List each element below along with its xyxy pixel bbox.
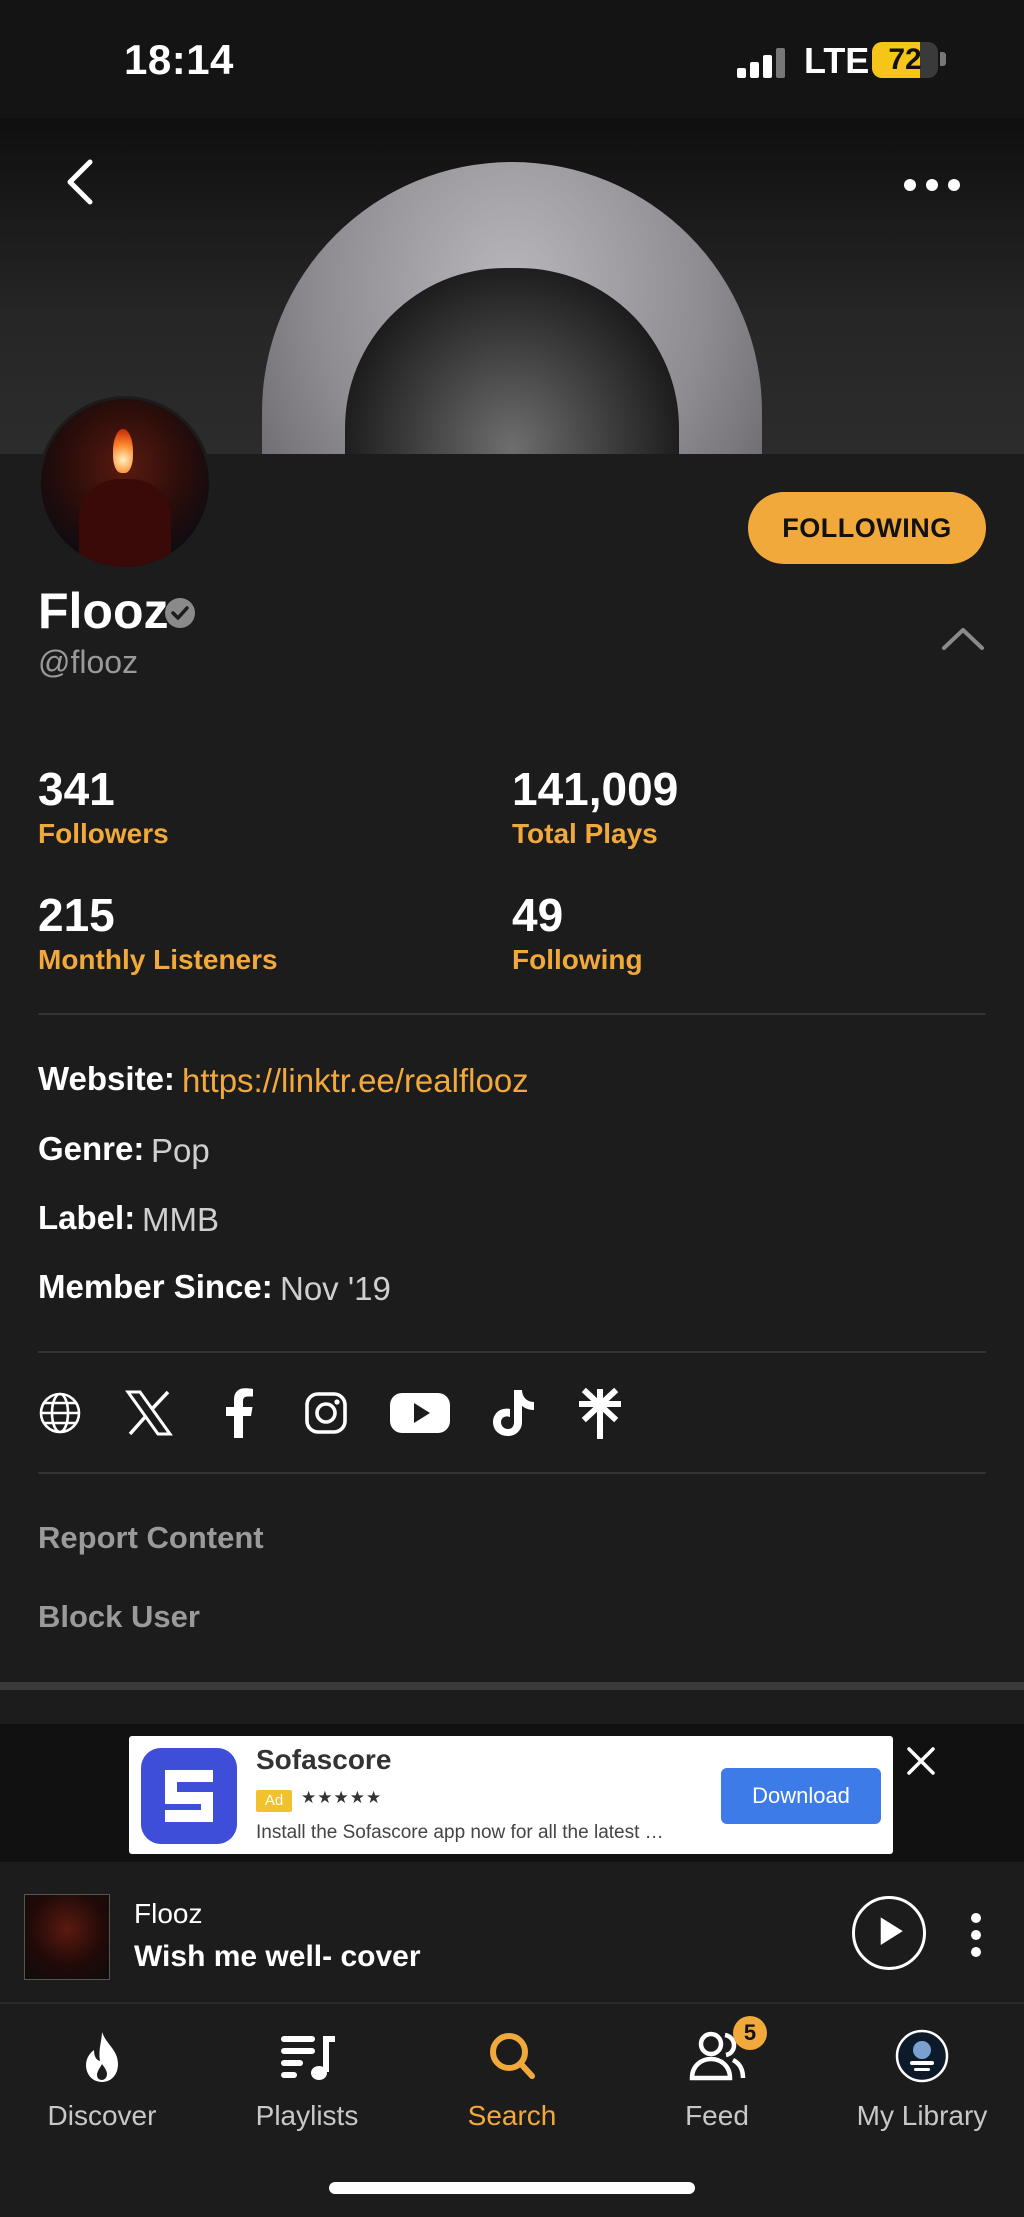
- globe-icon[interactable]: [38, 1386, 82, 1440]
- genre-value: Pop: [151, 1132, 210, 1169]
- tab-search[interactable]: Search: [422, 2028, 602, 2148]
- back-button[interactable]: [52, 152, 112, 212]
- followers-count: 341: [38, 763, 115, 815]
- ad-banner[interactable]: Sofascore Ad ★★★★★ Install the Sofascore…: [129, 1736, 893, 1854]
- following-count: 49: [512, 889, 564, 941]
- divider: [38, 1351, 986, 1353]
- tab-feed-label: Feed: [685, 2100, 749, 2131]
- following-button[interactable]: FOLLOWING: [748, 492, 986, 564]
- tab-feed[interactable]: 5 Feed: [627, 2016, 807, 2148]
- status-bar: 18:14 LTE 72: [0, 0, 1024, 118]
- battery-icon: 72: [872, 42, 938, 78]
- member-since-value: Nov '19: [280, 1270, 391, 1307]
- website-link[interactable]: https://linktr.ee/realflooz: [182, 1062, 529, 1100]
- youtube-icon[interactable]: [390, 1386, 450, 1440]
- ad-title: Sofascore: [256, 1744, 392, 1775]
- tab-search-label: Search: [467, 2100, 557, 2131]
- profile-handle: @flooz: [38, 644, 139, 680]
- close-icon: [907, 1747, 935, 1775]
- report-content-link[interactable]: Report Content: [38, 1520, 264, 1556]
- sofascore-app-icon: [141, 1748, 237, 1844]
- label-label: Label:: [38, 1199, 136, 1236]
- network-type: LTE: [804, 40, 870, 81]
- divider: [38, 1013, 986, 1015]
- home-indicator[interactable]: [329, 2182, 695, 2194]
- following-label[interactable]: Following: [512, 944, 643, 976]
- chevron-left-icon: [67, 159, 93, 205]
- ad-badge: Ad: [256, 1790, 292, 1812]
- block-user-link[interactable]: Block User: [38, 1599, 200, 1635]
- website-label: Website:: [38, 1060, 175, 1097]
- vertical-ellipsis-icon: [971, 1913, 981, 1957]
- player-more-button[interactable]: [964, 1912, 988, 1958]
- total-plays-count: 141,009: [512, 763, 679, 815]
- cellular-signal-icon: [737, 46, 785, 78]
- tiktok-icon[interactable]: [490, 1386, 536, 1440]
- total-plays-label: Total Plays: [512, 818, 658, 849]
- play-icon: [880, 1917, 903, 1945]
- ellipsis-icon: [904, 179, 960, 191]
- battery-level: 72: [888, 43, 922, 76]
- feed-notification-badge: 5: [733, 2016, 767, 2050]
- monthly-listeners-count: 215: [38, 889, 115, 941]
- section-separator: [0, 1682, 1024, 1690]
- tab-my-library[interactable]: My Library: [832, 2028, 1012, 2148]
- tab-discover-label: Discover: [47, 2100, 157, 2131]
- tab-discover[interactable]: Discover: [12, 2028, 192, 2148]
- now-playing-artist: Flooz: [134, 1898, 203, 1929]
- profile-name: Flooz: [38, 583, 169, 639]
- genre-label: Genre:: [38, 1130, 145, 1167]
- search-icon: [490, 2033, 535, 2079]
- instagram-icon[interactable]: [304, 1386, 348, 1440]
- playlist-icon: [281, 2036, 335, 2080]
- flame-icon: [86, 2032, 118, 2082]
- more-options-button[interactable]: [900, 160, 964, 210]
- ad-rating-stars: ★★★★★: [301, 1788, 383, 1807]
- facebook-icon[interactable]: [222, 1386, 256, 1440]
- tab-my-library-label: My Library: [856, 2100, 988, 2131]
- divider: [38, 1472, 986, 1474]
- battery-tip: [940, 52, 946, 66]
- ad-description: Install the Sofascore app now for all th…: [256, 1822, 664, 1843]
- now-playing-title: Wish me well- cover: [134, 1940, 421, 1973]
- member-since-label: Member Since:: [38, 1268, 273, 1305]
- label-value: MMB: [142, 1201, 219, 1238]
- linktree-icon[interactable]: [578, 1386, 622, 1440]
- x-icon[interactable]: [124, 1386, 174, 1440]
- play-button[interactable]: [852, 1896, 926, 1970]
- library-avatar-icon: [895, 2029, 949, 2083]
- mini-player[interactable]: Flooz Wish me well- cover: [0, 1862, 1024, 2002]
- followers-label[interactable]: Followers: [38, 818, 169, 850]
- tab-playlists[interactable]: Playlists: [217, 2028, 397, 2148]
- chevron-up-icon: [942, 628, 984, 650]
- now-playing-artwork: [24, 1894, 110, 1980]
- collapse-button[interactable]: [938, 620, 988, 656]
- status-time: 18:14: [124, 36, 234, 83]
- profile-avatar: [38, 396, 212, 570]
- ad-close-button[interactable]: [904, 1744, 938, 1778]
- ad-download-button[interactable]: Download: [721, 1768, 881, 1824]
- monthly-listeners-label: Monthly Listeners: [38, 944, 278, 975]
- tab-playlists-label: Playlists: [255, 2100, 359, 2131]
- verified-badge-icon: [165, 598, 195, 628]
